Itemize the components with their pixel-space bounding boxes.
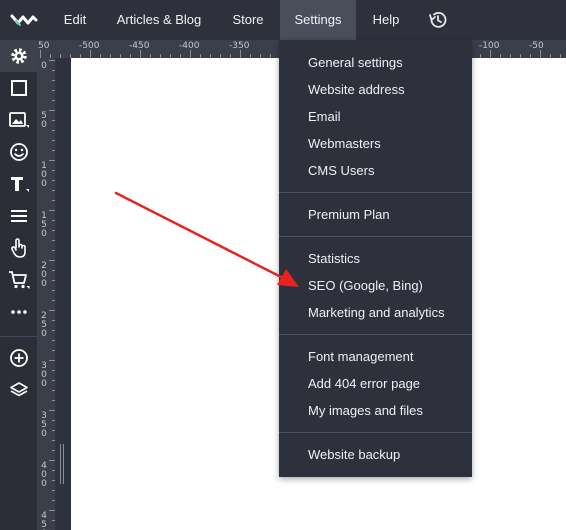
- settings-tool[interactable]: [0, 40, 37, 72]
- menu-item-website-backup[interactable]: Website backup: [279, 442, 472, 468]
- ruler-label: 350: [41, 411, 47, 439]
- menu-item-add-404-page[interactable]: Add 404 error page: [279, 371, 472, 397]
- ruler-label: 450: [41, 511, 47, 530]
- left-toolbar: [0, 40, 37, 530]
- gear-icon: [10, 48, 27, 64]
- add-circle-icon: [9, 349, 28, 367]
- ruler-label: 400: [41, 461, 47, 489]
- ruler-tick: [190, 50, 191, 58]
- ruler-label: 50: [41, 111, 47, 130]
- menu-settings[interactable]: Settings: [280, 0, 356, 40]
- menu-divider: [279, 334, 472, 335]
- menu-store[interactable]: Store: [221, 0, 275, 40]
- ruler-label: 200: [41, 261, 47, 289]
- ruler-label: 100: [41, 161, 47, 189]
- emoji-tool[interactable]: [0, 136, 37, 168]
- square-icon: [10, 80, 27, 96]
- menu-item-cms-users[interactable]: CMS Users: [279, 158, 472, 184]
- more-dots-icon: [10, 310, 27, 314]
- ruler-label: 150: [41, 211, 47, 239]
- pointer-hand-icon: [10, 238, 26, 258]
- toolbar-divider: [0, 336, 37, 337]
- menu-item-email[interactable]: Email: [279, 104, 472, 130]
- ruler-tick: [240, 50, 241, 58]
- menu-item-my-images-files[interactable]: My images and files: [279, 398, 472, 424]
- vertical-ruler[interactable]: 0 50 100 150 200 250 300 350 400 450: [37, 58, 55, 530]
- more-tools[interactable]: [0, 296, 37, 328]
- ruler-label: -50: [529, 41, 544, 51]
- text-icon: [10, 177, 29, 192]
- image-tool[interactable]: [0, 104, 37, 136]
- canvas-gutter: [55, 58, 71, 530]
- ruler-tick: [540, 50, 541, 58]
- menu-item-statistics[interactable]: Statistics: [279, 246, 472, 272]
- menu-edit[interactable]: Edit: [52, 0, 98, 40]
- resize-handle-line[interactable]: [63, 444, 64, 484]
- menu-item-seo[interactable]: SEO (Google, Bing): [279, 273, 472, 299]
- layers-icon: [9, 382, 28, 397]
- menu-divider: [279, 192, 472, 193]
- menu-divider: [279, 236, 472, 237]
- shape-tool[interactable]: [0, 72, 37, 104]
- add-element-tool[interactable]: [0, 342, 37, 374]
- brand-wave-logo[interactable]: [10, 10, 38, 30]
- ruler-label: 300: [41, 361, 47, 389]
- ruler-tick: [40, 50, 41, 58]
- layers-tool[interactable]: [0, 374, 37, 406]
- ruler-label: 250: [41, 311, 47, 339]
- menu-item-website-address[interactable]: Website address: [279, 77, 472, 103]
- store-tool[interactable]: [0, 264, 37, 296]
- ruler-tick: [490, 50, 491, 58]
- ruler-label: 0: [41, 61, 47, 71]
- resize-handle-line[interactable]: [60, 444, 61, 484]
- menu-item-general-settings[interactable]: General settings: [279, 50, 472, 76]
- menu-help[interactable]: Help: [362, 0, 410, 40]
- menu-tool[interactable]: [0, 200, 37, 232]
- menu-lines-icon: [10, 210, 27, 222]
- text-tool[interactable]: [0, 168, 37, 200]
- menu-divider: [279, 432, 472, 433]
- smiley-icon: [9, 143, 28, 161]
- ruler-tick: [90, 50, 91, 58]
- top-menu-bar: Edit Articles & Blog Store Settings Help: [0, 0, 566, 40]
- history-icon[interactable]: [427, 9, 449, 31]
- menu-item-premium-plan[interactable]: Premium Plan: [279, 202, 472, 228]
- menu-articles-blog[interactable]: Articles & Blog: [106, 0, 212, 40]
- ruler-tick: [140, 50, 141, 58]
- button-tool[interactable]: [0, 232, 37, 264]
- cart-icon: [8, 271, 29, 289]
- menu-item-webmasters[interactable]: Webmasters: [279, 131, 472, 157]
- menu-item-marketing-analytics[interactable]: Marketing and analytics: [279, 300, 472, 326]
- menu-item-font-management[interactable]: Font management: [279, 344, 472, 370]
- image-icon: [8, 112, 29, 128]
- settings-dropdown-menu: General settings Website address Email W…: [279, 40, 472, 477]
